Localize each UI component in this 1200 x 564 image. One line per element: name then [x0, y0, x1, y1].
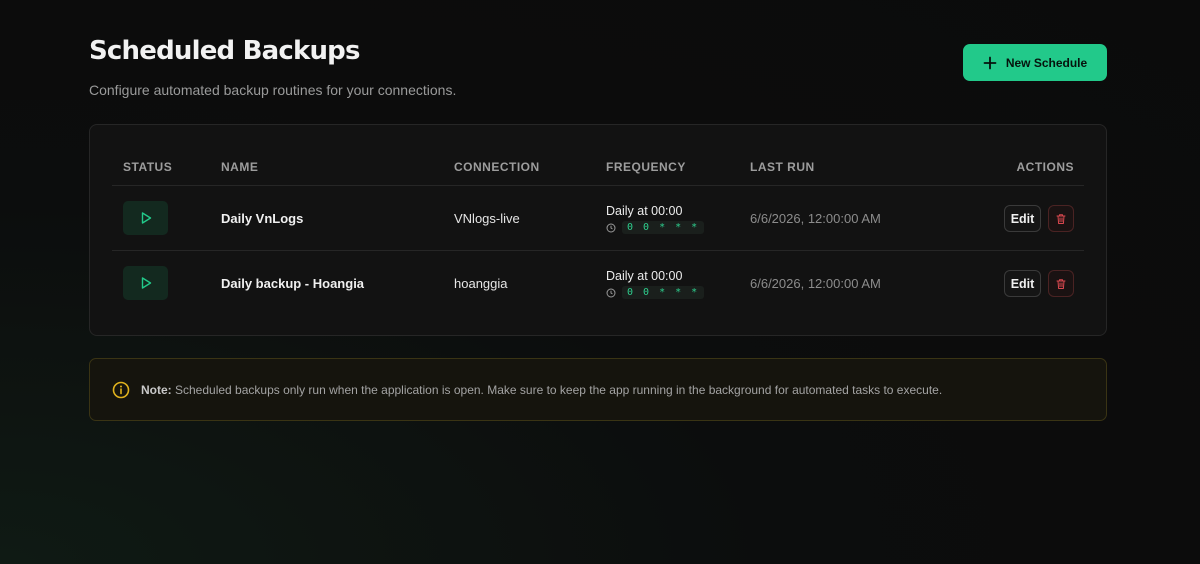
edit-button[interactable]: Edit [1004, 205, 1041, 232]
info-icon [112, 381, 130, 398]
column-frequency: FREQUENCY [606, 160, 686, 174]
schedule-name: Daily VnLogs [221, 211, 304, 226]
column-connection: CONNECTION [454, 160, 540, 174]
page-title: Scheduled Backups [89, 36, 360, 66]
table-row: Daily backup - Hoangia hoanggia Daily at… [112, 251, 1084, 316]
new-schedule-button[interactable]: New Schedule [963, 44, 1107, 81]
connection-name: VNlogs-live [454, 211, 520, 226]
table-row: Daily VnLogs VNlogs-live Daily at 00:00 … [112, 186, 1084, 251]
cron-expression: 0 0 * * * [622, 221, 705, 234]
delete-button[interactable] [1048, 205, 1074, 232]
trash-icon [1056, 213, 1066, 224]
frequency-label: Daily at 00:00 [606, 269, 683, 283]
frequency-label: Daily at 00:00 [606, 204, 683, 218]
run-now-button[interactable] [123, 266, 168, 300]
clock-icon [606, 288, 616, 297]
column-last-run: LAST RUN [750, 160, 815, 174]
page-header: Scheduled Backups Configure automated ba… [89, 36, 456, 98]
play-icon [141, 277, 151, 289]
trash-icon [1056, 278, 1066, 289]
frequency-cell: Daily at 00:00 0 0 * * * [606, 269, 705, 299]
cron-line: 0 0 * * * [606, 221, 705, 234]
note-text: Note: Scheduled backups only run when th… [141, 383, 942, 397]
edit-button[interactable]: Edit [1004, 270, 1041, 297]
plus-icon [983, 56, 997, 69]
clock-icon [606, 223, 616, 232]
play-icon [141, 212, 151, 224]
new-schedule-label: New Schedule [1005, 55, 1088, 70]
schedules-table: STATUS NAME CONNECTION FREQUENCY LAST RU… [89, 124, 1107, 336]
note-label: Note: [141, 382, 172, 397]
table-header: STATUS NAME CONNECTION FREQUENCY LAST RU… [112, 125, 1084, 186]
column-name: NAME [221, 160, 259, 174]
run-now-button[interactable] [123, 201, 168, 235]
note-body: Scheduled backups only run when the appl… [171, 382, 943, 397]
schedule-name: Daily backup - Hoangia [221, 276, 365, 291]
cron-line: 0 0 * * * [606, 286, 705, 299]
note-banner: Note: Scheduled backups only run when th… [89, 358, 1107, 421]
last-run: 6/6/2026, 12:00:00 AM [750, 211, 881, 226]
column-status: STATUS [123, 160, 173, 174]
page-subtitle: Configure automated backup routines for … [89, 82, 457, 98]
connection-name: hoanggia [454, 276, 508, 291]
last-run: 6/6/2026, 12:00:00 AM [750, 276, 881, 291]
frequency-cell: Daily at 00:00 0 0 * * * [606, 204, 705, 234]
cron-expression: 0 0 * * * [622, 286, 705, 299]
delete-button[interactable] [1048, 270, 1074, 297]
column-actions: ACTIONS [1016, 160, 1074, 174]
